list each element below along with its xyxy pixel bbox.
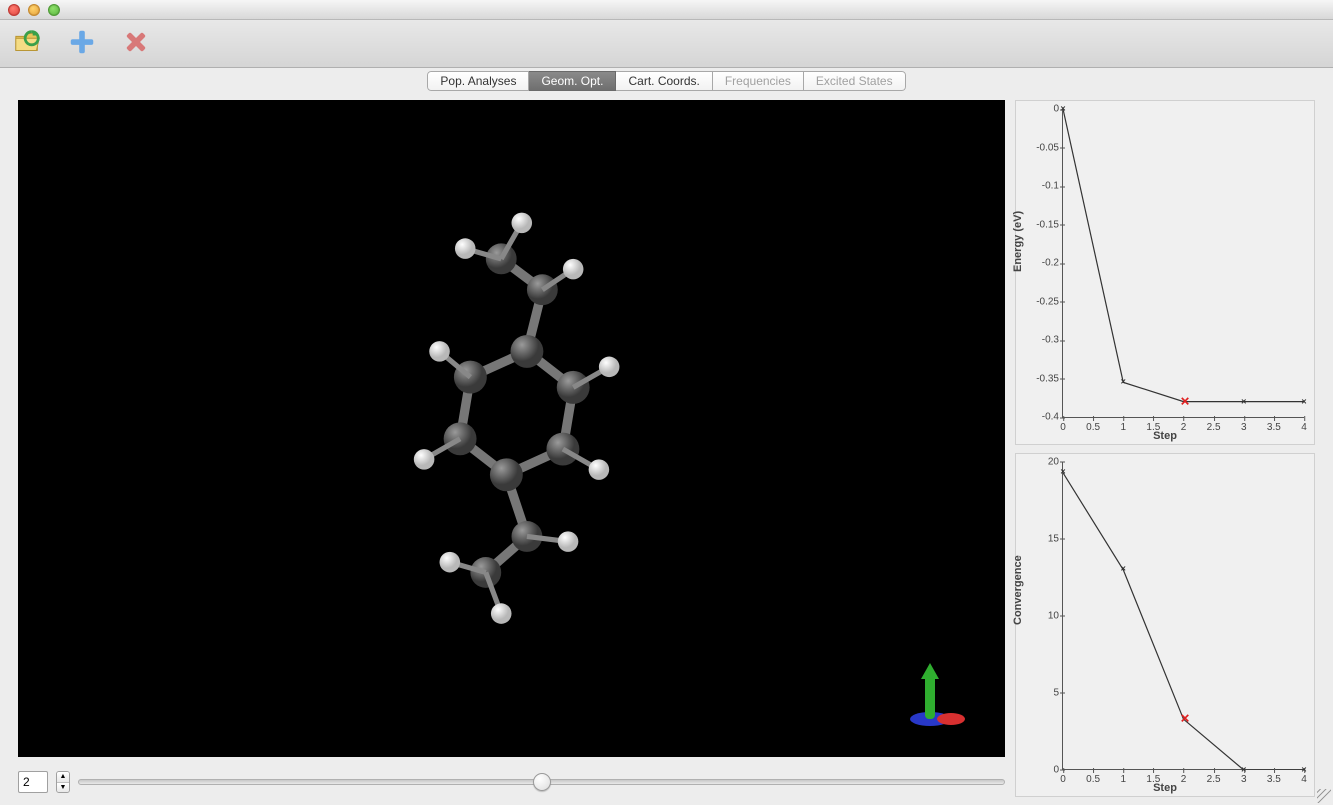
tab-geom-opt[interactable]: Geom. Opt. xyxy=(529,71,616,91)
close-window-button[interactable] xyxy=(8,4,20,16)
segmented-control: Pop. Analyses Geom. Opt. Cart. Coords. F… xyxy=(427,71,905,91)
minimize-window-button[interactable] xyxy=(28,4,40,16)
main-panel: ▲ ▼ Energy (eV) Step 0-0.05-0.1-0.15-0.2… xyxy=(0,92,1333,805)
open-folder-icon xyxy=(13,27,43,60)
add-button[interactable] xyxy=(64,27,100,61)
resize-grip[interactable] xyxy=(1317,789,1331,803)
step-number-input[interactable] xyxy=(18,771,48,793)
convergence-chart-panel: Convergence Step 0510152000.511.522.533.… xyxy=(1015,453,1315,798)
convergence-chart[interactable]: 0510152000.511.522.533.54××✕×× xyxy=(1062,462,1304,771)
open-folder-button[interactable] xyxy=(10,27,46,61)
energy-chart[interactable]: 0-0.05-0.1-0.15-0.2-0.25-0.3-0.35-0.400.… xyxy=(1062,109,1304,418)
zoom-window-button[interactable] xyxy=(48,4,60,16)
plus-icon xyxy=(67,27,97,60)
tab-excited-states: Excited States xyxy=(804,71,906,91)
remove-button[interactable] xyxy=(118,27,154,61)
tab-pop-analyses[interactable]: Pop. Analyses xyxy=(427,71,529,91)
step-slider-row: ▲ ▼ xyxy=(18,767,1005,797)
molecule-viewer[interactable] xyxy=(18,100,1005,757)
charts-column: Energy (eV) Step 0-0.05-0.1-0.15-0.2-0.2… xyxy=(1015,100,1315,797)
window-titlebar xyxy=(0,0,1333,20)
step-up-button[interactable]: ▲ xyxy=(57,772,69,783)
tab-frequencies: Frequencies xyxy=(713,71,804,91)
axes-gizmo xyxy=(895,657,975,737)
slider-knob[interactable] xyxy=(533,773,551,791)
step-spinner[interactable]: ▲ ▼ xyxy=(56,771,70,793)
step-down-button[interactable]: ▼ xyxy=(57,783,69,793)
tab-cart-coords[interactable]: Cart. Coords. xyxy=(616,71,712,91)
viewer-column: ▲ ▼ xyxy=(18,100,1005,797)
molecule-render xyxy=(18,100,1005,757)
x-icon xyxy=(121,27,151,60)
energy-chart-panel: Energy (eV) Step 0-0.05-0.1-0.15-0.2-0.2… xyxy=(1015,100,1315,445)
tab-bar: Pop. Analyses Geom. Opt. Cart. Coords. F… xyxy=(0,68,1333,92)
step-slider[interactable] xyxy=(78,779,1005,785)
toolbar xyxy=(0,20,1333,68)
